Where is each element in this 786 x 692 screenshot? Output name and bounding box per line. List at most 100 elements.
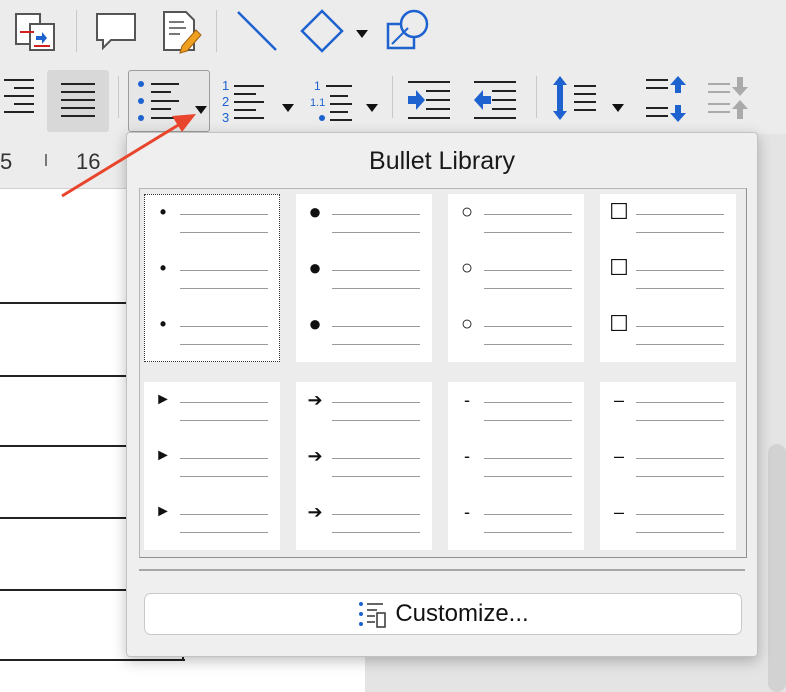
preview-line xyxy=(484,288,572,289)
preview-line xyxy=(484,420,572,421)
preview-line xyxy=(180,420,268,421)
preview-line xyxy=(484,458,572,459)
preview-line xyxy=(332,344,420,345)
shapes-dropdown-arrow-icon[interactable] xyxy=(354,26,370,44)
preview-line xyxy=(484,326,572,327)
preview-line xyxy=(332,402,420,403)
bullet-symbol: ☐ xyxy=(609,199,629,224)
bullet-symbol: ○ xyxy=(460,201,474,223)
bullet-symbol: ☐ xyxy=(609,311,629,336)
bullet-symbol: ➔ xyxy=(307,446,323,466)
bullet-symbol: ► xyxy=(155,391,171,408)
comment-icon[interactable] xyxy=(94,10,138,59)
diamond-shape-icon[interactable] xyxy=(298,8,346,59)
customize-list-icon xyxy=(359,602,387,628)
preview-line xyxy=(180,326,268,327)
bullet-symbol: ○ xyxy=(460,257,474,279)
outline-list-dropdown-icon[interactable] xyxy=(364,100,380,118)
line-icon[interactable] xyxy=(234,8,280,59)
align-right-icon[interactable] xyxy=(0,76,36,125)
bullet-symbol: • xyxy=(159,258,167,278)
toolbar-row-top xyxy=(0,0,786,64)
preview-line xyxy=(180,270,268,271)
decrease-indent-icon[interactable] xyxy=(470,78,520,127)
preview-line xyxy=(332,326,420,327)
outline-list-icon[interactable]: 1 1.1 xyxy=(308,78,358,131)
bullet-symbol: ☐ xyxy=(609,255,629,280)
preview-line xyxy=(180,476,268,477)
bullet-symbol: ➔ xyxy=(307,390,323,410)
preview-line xyxy=(636,514,724,515)
svg-text:2: 2 xyxy=(222,94,229,109)
bullet-symbol: • xyxy=(159,202,167,222)
preview-line xyxy=(484,402,572,403)
preview-line xyxy=(180,288,268,289)
svg-text:3: 3 xyxy=(222,110,229,125)
shapes-icon[interactable] xyxy=(384,6,432,57)
increase-indent-icon[interactable] xyxy=(404,78,454,127)
preview-line xyxy=(636,288,724,289)
bullet-symbol: ● xyxy=(308,199,322,224)
bullet-symbol: • xyxy=(159,314,167,334)
preview-line xyxy=(180,514,268,515)
preview-line xyxy=(332,214,420,215)
bullet-symbol: ○ xyxy=(460,313,474,335)
preview-line xyxy=(484,232,572,233)
preview-line xyxy=(636,326,724,327)
preview-line xyxy=(636,270,724,271)
vertical-scrollbar[interactable] xyxy=(768,444,786,692)
bullet-symbol: ► xyxy=(155,503,171,520)
preview-line xyxy=(332,420,420,421)
bullet-option-hollow-circle[interactable]: ○ ○ ○ xyxy=(448,194,584,362)
bullet-symbol: ► xyxy=(155,447,171,464)
preview-line xyxy=(484,514,572,515)
preview-line xyxy=(636,476,724,477)
bullet-symbol: - xyxy=(464,446,470,466)
customize-label: Customize... xyxy=(395,600,529,627)
bullet-symbol: – xyxy=(613,390,624,410)
preview-line xyxy=(180,214,268,215)
preview-line xyxy=(636,232,724,233)
customize-button[interactable]: Customize... xyxy=(144,593,742,635)
unordered-list-icon xyxy=(138,81,207,121)
ruler-number: 16 xyxy=(76,149,101,174)
toolbar-row-formatting: 1 2 3 1 1.1 xyxy=(0,64,786,134)
preview-line xyxy=(180,402,268,403)
preview-line xyxy=(484,532,572,533)
bullet-option-en-dash[interactable]: – – – xyxy=(600,382,736,550)
bullet-symbol: - xyxy=(464,390,470,410)
preview-line xyxy=(484,344,572,345)
bullet-library-popup: Bullet Library • • • ● ● ● ○ ○ ○ ☐ ☐ ☐ ► ► ► ➔ ➔ ➔ - - - – – – … xyxy=(126,132,758,657)
track-changes-icon[interactable] xyxy=(160,8,204,59)
preview-line xyxy=(332,532,420,533)
justify-icon xyxy=(61,83,95,117)
line-spacing-icon[interactable] xyxy=(550,74,600,129)
compare-documents-icon[interactable] xyxy=(14,12,58,57)
preview-line xyxy=(332,288,420,289)
bullet-option-right-arrow[interactable]: ➔ ➔ ➔ xyxy=(296,382,432,550)
bullet-symbol: ➔ xyxy=(307,502,323,522)
preview-line xyxy=(332,476,420,477)
bullet-symbol: - xyxy=(464,502,470,522)
justify-button[interactable] xyxy=(47,70,109,132)
numbered-list-dropdown-icon[interactable] xyxy=(280,100,296,118)
svg-text:1: 1 xyxy=(314,79,321,93)
bullet-option-hollow-square[interactable]: ☐ ☐ ☐ xyxy=(600,194,736,362)
bullet-option-small-dot[interactable]: • • • xyxy=(144,194,280,362)
bullet-option-filled-circle[interactable]: ● ● ● xyxy=(296,194,432,362)
bullet-symbol: ● xyxy=(308,255,322,280)
bullet-option-triangle-arrow[interactable]: ► ► ► xyxy=(144,382,280,550)
popup-title: Bullet Library xyxy=(369,147,515,175)
bullets-button[interactable] xyxy=(128,70,210,132)
preview-line xyxy=(636,532,724,533)
paragraph-spacing-icon[interactable] xyxy=(644,74,690,129)
line-spacing-dropdown-icon[interactable] xyxy=(610,100,626,118)
bullet-symbol: ● xyxy=(308,311,322,336)
bullet-option-hyphen[interactable]: - - - xyxy=(448,382,584,550)
preview-line xyxy=(180,532,268,533)
reduce-paragraph-spacing-icon[interactable] xyxy=(706,74,752,129)
preview-line xyxy=(332,458,420,459)
svg-text:1: 1 xyxy=(222,78,229,93)
preview-line xyxy=(180,458,268,459)
numbered-list-icon[interactable]: 1 2 3 xyxy=(220,78,270,131)
